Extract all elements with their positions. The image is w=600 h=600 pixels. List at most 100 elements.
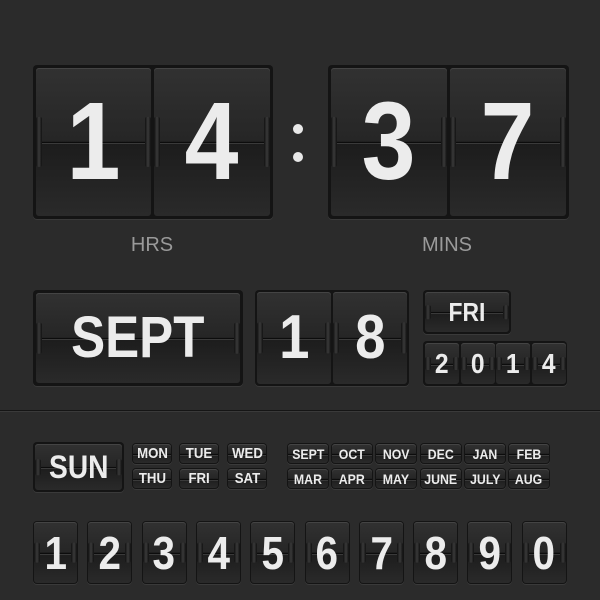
weekday-card-text: FRI <box>448 297 486 327</box>
hour-digit-text: 1 <box>66 80 121 203</box>
hinge-icon <box>35 459 41 475</box>
hour-digit-text: 4 <box>185 80 239 203</box>
hinge-icon <box>305 542 312 563</box>
hinge-icon <box>496 356 502 371</box>
year-digit-text: 4 <box>541 347 556 379</box>
hinge-icon <box>325 322 331 354</box>
day-option-text: SAT <box>234 470 260 487</box>
month-option-text: JULY <box>469 470 500 487</box>
year-digit: 1 <box>496 343 530 384</box>
hinge-icon <box>503 305 509 319</box>
day-option: TUE <box>180 444 218 463</box>
month-option: FEB <box>509 444 549 463</box>
hinge-icon <box>488 356 495 371</box>
hinge-icon <box>401 322 407 354</box>
minute-digit-text: 3 <box>362 80 416 203</box>
hinge-icon <box>71 542 77 563</box>
hinge-icon <box>468 542 475 563</box>
day-option-text: WED <box>231 445 263 462</box>
day-digit: 8 <box>333 292 407 384</box>
hinge-icon <box>36 322 42 354</box>
month-option: AUG <box>509 469 549 488</box>
hinge-icon <box>142 542 149 563</box>
month-option-text: MAR <box>293 470 323 487</box>
hinge-icon <box>441 116 447 168</box>
digit-option-text: 1 <box>44 526 67 579</box>
month-option-text: AUG <box>515 470 543 487</box>
digit-option: 0 <box>522 522 566 583</box>
day-option: THU <box>133 469 171 488</box>
hinge-icon <box>559 542 566 563</box>
month-option: MAY <box>376 469 417 488</box>
hinge-icon <box>425 356 431 371</box>
digit-option-text: 6 <box>315 526 339 579</box>
featured-day-card: SUN <box>35 444 122 490</box>
month-option-text: JAN <box>472 445 498 462</box>
digit-option-text: 8 <box>424 526 447 579</box>
hinge-icon <box>233 542 240 563</box>
digit-option: 8 <box>414 522 458 583</box>
day-option-text: THU <box>138 470 166 487</box>
hinge-icon <box>288 542 295 563</box>
hinge-icon <box>196 542 203 563</box>
month-card: SEPT <box>36 293 240 383</box>
hinge-icon <box>342 542 349 563</box>
month-option-text: JUNE <box>424 470 458 487</box>
digit-option-text: 0 <box>532 526 556 579</box>
hinge-icon <box>460 356 467 371</box>
day-option: FRI <box>180 469 218 488</box>
month-option: JULY <box>464 469 505 488</box>
month-option: DEC <box>420 444 461 463</box>
hours-label: HRS <box>130 234 174 256</box>
hinge-icon <box>88 542 95 563</box>
day-option: SAT <box>228 469 266 488</box>
hinge-icon <box>451 542 458 563</box>
hour-digit: 1 <box>36 68 151 216</box>
digit-option: 7 <box>359 522 403 583</box>
month-option-text: DEC <box>427 445 454 462</box>
hinge-icon <box>145 116 151 168</box>
month-option: OCT <box>332 444 373 463</box>
year-digit-text: 0 <box>470 347 485 379</box>
day-option-text: TUE <box>185 445 213 462</box>
month-option-text: FEB <box>516 445 542 462</box>
digit-option: 2 <box>88 522 132 583</box>
digit-option-text: 3 <box>152 526 176 579</box>
hinge-icon <box>154 116 160 168</box>
digit-option-text: 7 <box>370 526 393 579</box>
hinge-icon <box>331 116 337 168</box>
hinge-icon <box>359 542 366 563</box>
hinge-icon <box>264 116 270 168</box>
digit-option: 3 <box>142 522 186 583</box>
year-digit-text: 1 <box>506 347 520 379</box>
month-option-text: OCT <box>339 445 366 462</box>
hinge-icon <box>179 542 186 563</box>
hinge-icon <box>396 542 403 563</box>
hinge-icon <box>522 542 529 563</box>
hinge-icon <box>34 542 40 563</box>
digit-option: 4 <box>196 522 240 583</box>
hinge-icon <box>234 322 240 354</box>
colon-dot-bottom <box>293 152 303 162</box>
year-digit: 2 <box>425 343 459 384</box>
year-digit: 0 <box>460 343 495 384</box>
month-option: NOV <box>376 444 417 463</box>
day-option: WED <box>228 444 266 463</box>
day-digit-text: 1 <box>278 303 310 372</box>
hinge-icon <box>125 542 132 563</box>
year-digit-text: 2 <box>435 347 449 379</box>
digit-option: 9 <box>468 522 512 583</box>
digit-option-text: 5 <box>261 526 284 579</box>
digit-option: 6 <box>305 522 349 583</box>
minute-digit-text: 7 <box>481 80 535 203</box>
month-card-text: SEPT <box>71 305 205 370</box>
hinge-icon <box>251 542 258 563</box>
digit-option-text: 2 <box>98 526 122 579</box>
day-option: MON <box>133 444 171 463</box>
hinge-icon <box>414 542 421 563</box>
day-digit-text: 8 <box>354 303 386 372</box>
featured-day-card-text: SUN <box>48 449 109 485</box>
hinge-icon <box>560 116 566 168</box>
digit-option: 5 <box>251 522 295 583</box>
month-option: APR <box>332 469 373 488</box>
